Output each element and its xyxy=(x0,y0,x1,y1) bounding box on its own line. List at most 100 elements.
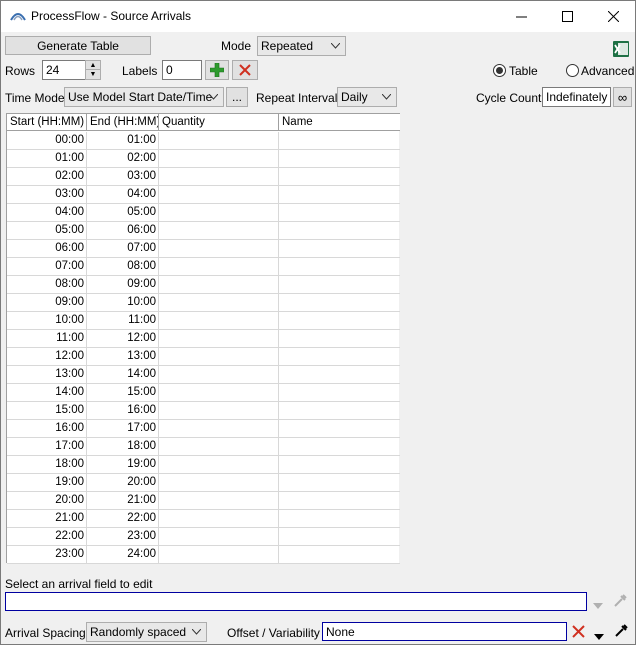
cycle-count-input[interactable]: Indefinately xyxy=(542,87,611,107)
table-row[interactable]: 00:00 01:00 xyxy=(7,132,400,150)
table-row[interactable]: 05:00 06:00 xyxy=(7,222,400,240)
cell-end[interactable]: 12:00 xyxy=(87,330,159,348)
cell-quantity[interactable] xyxy=(159,420,279,438)
cell-end[interactable]: 02:00 xyxy=(87,150,159,168)
table-row[interactable]: 07:00 08:00 xyxy=(7,258,400,276)
table-row[interactable]: 16:00 17:00 xyxy=(7,420,400,438)
cell-quantity[interactable] xyxy=(159,276,279,294)
cell-name[interactable] xyxy=(279,492,400,510)
cell-name[interactable] xyxy=(279,510,400,528)
labels-input[interactable]: 0 xyxy=(162,60,202,80)
mode-select[interactable]: Repeated xyxy=(257,36,346,56)
cell-start[interactable]: 17:00 xyxy=(7,438,87,456)
cell-end[interactable]: 17:00 xyxy=(87,420,159,438)
table-row[interactable]: 08:00 09:00 xyxy=(7,276,400,294)
cell-end[interactable]: 13:00 xyxy=(87,348,159,366)
cell-start[interactable]: 10:00 xyxy=(7,312,87,330)
cell-name[interactable] xyxy=(279,366,400,384)
column-header-quantity[interactable]: Quantity xyxy=(159,114,279,131)
cell-start[interactable]: 03:00 xyxy=(7,186,87,204)
cell-quantity[interactable] xyxy=(159,456,279,474)
cell-start[interactable]: 20:00 xyxy=(7,492,87,510)
cell-name[interactable] xyxy=(279,204,400,222)
table-row[interactable]: 21:00 22:00 xyxy=(7,510,400,528)
cell-quantity[interactable] xyxy=(159,384,279,402)
cell-start[interactable]: 06:00 xyxy=(7,240,87,258)
cell-name[interactable] xyxy=(279,132,400,150)
infinity-button[interactable]: ∞ xyxy=(613,87,632,107)
cell-end[interactable]: 01:00 xyxy=(87,132,159,150)
cell-name[interactable] xyxy=(279,420,400,438)
table-row[interactable]: 20:00 21:00 xyxy=(7,492,400,510)
cell-quantity[interactable] xyxy=(159,312,279,330)
cell-name[interactable] xyxy=(279,276,400,294)
cell-name[interactable] xyxy=(279,438,400,456)
cell-end[interactable]: 23:00 xyxy=(87,528,159,546)
table-row[interactable]: 04:00 05:00 xyxy=(7,204,400,222)
cell-quantity[interactable] xyxy=(159,330,279,348)
cell-end[interactable]: 21:00 xyxy=(87,492,159,510)
cell-quantity[interactable] xyxy=(159,294,279,312)
cell-name[interactable] xyxy=(279,546,400,564)
repeat-interval-select[interactable]: Daily xyxy=(337,87,397,107)
view-advanced-label[interactable]: Advanced xyxy=(581,64,634,78)
table-row[interactable]: 18:00 19:00 xyxy=(7,456,400,474)
table-row[interactable]: 10:00 11:00 xyxy=(7,312,400,330)
cell-quantity[interactable] xyxy=(159,168,279,186)
cell-quantity[interactable] xyxy=(159,510,279,528)
cell-end[interactable]: 14:00 xyxy=(87,366,159,384)
excel-export-button[interactable] xyxy=(613,41,629,57)
table-row[interactable]: 17:00 18:00 xyxy=(7,438,400,456)
cell-end[interactable]: 09:00 xyxy=(87,276,159,294)
cell-end[interactable]: 19:00 xyxy=(87,456,159,474)
cell-end[interactable]: 20:00 xyxy=(87,474,159,492)
cell-start[interactable]: 14:00 xyxy=(7,384,87,402)
stepper-down-icon[interactable]: ▼ xyxy=(86,70,100,79)
cell-start[interactable]: 21:00 xyxy=(7,510,87,528)
view-table-label[interactable]: Table xyxy=(509,64,538,78)
cell-quantity[interactable] xyxy=(159,528,279,546)
cell-quantity[interactable] xyxy=(159,132,279,150)
close-button[interactable] xyxy=(590,1,636,32)
view-table-radio[interactable] xyxy=(493,64,506,77)
cell-start[interactable]: 04:00 xyxy=(7,204,87,222)
add-label-button[interactable] xyxy=(205,60,229,80)
cell-name[interactable] xyxy=(279,168,400,186)
column-header-end[interactable]: End (HH:MM) xyxy=(87,114,159,131)
table-row[interactable]: 14:00 15:00 xyxy=(7,384,400,402)
minimize-button[interactable] xyxy=(498,1,544,32)
cell-start[interactable]: 02:00 xyxy=(7,168,87,186)
cell-end[interactable]: 03:00 xyxy=(87,168,159,186)
delete-label-button[interactable] xyxy=(232,60,258,80)
cell-name[interactable] xyxy=(279,186,400,204)
field-eyedropper-icon[interactable] xyxy=(613,594,627,611)
cell-end[interactable]: 22:00 xyxy=(87,510,159,528)
cell-start[interactable]: 01:00 xyxy=(7,150,87,168)
rows-input[interactable]: 24 xyxy=(42,60,86,80)
table-row[interactable]: 23:00 24:00 xyxy=(7,546,400,564)
table-row[interactable]: 22:00 23:00 xyxy=(7,528,400,546)
cell-end[interactable]: 15:00 xyxy=(87,384,159,402)
stepper-up-icon[interactable]: ▲ xyxy=(86,61,100,70)
column-header-name[interactable]: Name xyxy=(279,114,400,131)
cell-end[interactable]: 08:00 xyxy=(87,258,159,276)
table-row[interactable]: 12:00 13:00 xyxy=(7,348,400,366)
cell-start[interactable]: 19:00 xyxy=(7,474,87,492)
cell-quantity[interactable] xyxy=(159,546,279,564)
cell-start[interactable]: 13:00 xyxy=(7,366,87,384)
cell-name[interactable] xyxy=(279,222,400,240)
cell-start[interactable]: 15:00 xyxy=(7,402,87,420)
table-row[interactable]: 15:00 16:00 xyxy=(7,402,400,420)
cell-name[interactable] xyxy=(279,258,400,276)
arrival-field-editor[interactable] xyxy=(5,592,587,611)
cell-quantity[interactable] xyxy=(159,258,279,276)
arrival-spacing-select[interactable]: Randomly spaced xyxy=(86,622,207,642)
cell-quantity[interactable] xyxy=(159,492,279,510)
cell-end[interactable]: 18:00 xyxy=(87,438,159,456)
table-row[interactable]: 03:00 04:00 xyxy=(7,186,400,204)
cell-quantity[interactable] xyxy=(159,240,279,258)
cell-end[interactable]: 10:00 xyxy=(87,294,159,312)
cell-end[interactable]: 06:00 xyxy=(87,222,159,240)
cell-start[interactable]: 08:00 xyxy=(7,276,87,294)
generate-table-button[interactable]: Generate Table xyxy=(5,36,151,55)
